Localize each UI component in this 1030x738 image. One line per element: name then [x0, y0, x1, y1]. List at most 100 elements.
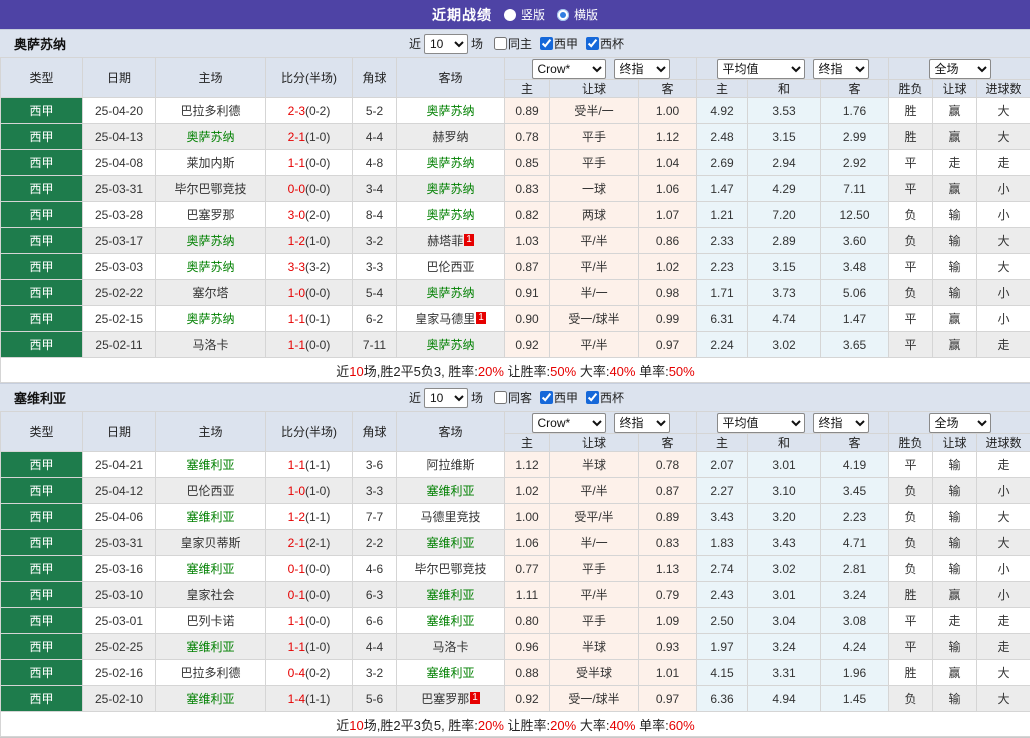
layout-horizontal-radio[interactable]: 横版	[557, 6, 598, 23]
avg-home-odds: 2.74	[697, 556, 748, 582]
home-team-cell: 巴列卡诺	[156, 608, 266, 634]
result-wdl: 平	[889, 176, 933, 202]
team-name-text: 奥萨苏纳	[426, 182, 474, 196]
result-goals: 大	[977, 254, 1030, 280]
avg-away-odds: 3.45	[821, 478, 889, 504]
fulltime-select[interactable]: 全场	[929, 413, 991, 433]
average-index-select[interactable]: 终指	[813, 413, 869, 433]
date-cell: 25-04-06	[83, 504, 156, 530]
avg-away-odds: 7.11	[821, 176, 889, 202]
home-team-cell: 巴伦西亚	[156, 478, 266, 504]
avg-away-odds: 2.92	[821, 150, 889, 176]
date-cell: 25-03-01	[83, 608, 156, 634]
match-row: 西甲25-02-25塞维利亚1-1(1-0)4-4马洛卡0.96半球0.931.…	[1, 634, 1030, 660]
sub-handicap-line: 让球	[550, 80, 639, 98]
avg-home-odds: 2.69	[697, 150, 748, 176]
result-handicap: 输	[933, 686, 977, 712]
away-team-cell: 毕尔巴鄂竞技	[397, 556, 505, 582]
result-handicap: 输	[933, 556, 977, 582]
summary-text-part: 大率:	[576, 364, 609, 379]
team-name-text: 奥萨苏纳	[426, 156, 474, 170]
sub-avg-away: 客	[821, 434, 889, 452]
average-select[interactable]: 平均值	[717, 59, 805, 79]
avg-away-odds: 2.23	[821, 504, 889, 530]
result-goals: 走	[977, 332, 1030, 358]
corner-cell: 4-6	[353, 556, 397, 582]
date-cell: 25-04-08	[83, 150, 156, 176]
avg-draw-odds: 2.94	[748, 150, 821, 176]
fulltime-score: 1-0	[288, 286, 305, 300]
team-name-text: 赫塔菲	[427, 234, 463, 248]
result-goals: 大	[977, 686, 1030, 712]
odds-company-select[interactable]: Crow*	[532, 413, 606, 433]
team-name-text: 奥萨苏纳	[426, 338, 474, 352]
handicap-home-odds: 0.85	[505, 150, 550, 176]
avg-away-odds: 2.81	[821, 556, 889, 582]
fulltime-select[interactable]: 全场	[929, 59, 991, 79]
red-card-badge: 1	[464, 234, 474, 246]
avg-home-odds: 2.33	[697, 228, 748, 254]
team-name-text: 塞维利亚	[186, 562, 234, 576]
fulltime-score: 0-1	[288, 562, 305, 576]
result-goals: 小	[977, 306, 1030, 332]
layout-vertical-radio[interactable]: 竖版	[504, 6, 545, 23]
handicap-line: 受平/半	[550, 504, 639, 530]
cup-checkbox[interactable]	[586, 37, 599, 50]
handicap-home-odds: 0.87	[505, 254, 550, 280]
score-cell: 0-0(0-0)	[266, 176, 353, 202]
handicap-index-select[interactable]: 终指	[614, 413, 670, 433]
col-header-date: 日期	[83, 58, 156, 98]
team-name-text: 塞维利亚	[426, 614, 474, 628]
same-venue-checkbox[interactable]	[494, 37, 507, 50]
team-name: 塞维利亚	[14, 388, 66, 407]
avg-draw-odds: 3.31	[748, 660, 821, 686]
fulltime-score: 2-1	[288, 130, 305, 144]
corner-cell: 4-4	[353, 634, 397, 660]
result-handicap: 赢	[933, 582, 977, 608]
away-team-cell: 马洛卡	[397, 634, 505, 660]
corner-cell: 4-4	[353, 124, 397, 150]
average-select[interactable]: 平均值	[717, 413, 805, 433]
same-venue-checkbox[interactable]	[494, 391, 507, 404]
sub-avg-draw: 和	[748, 80, 821, 98]
match-row: 西甲25-04-12巴伦西亚1-0(1-0)3-3塞维利亚1.02平/半0.87…	[1, 478, 1030, 504]
sub-result-goals: 进球数	[977, 434, 1030, 452]
sub-away-odds: 客	[639, 80, 697, 98]
recent-games-select[interactable]: 10	[424, 388, 468, 408]
result-wdl: 负	[889, 556, 933, 582]
league-checkbox[interactable]	[540, 37, 553, 50]
date-cell: 25-03-28	[83, 202, 156, 228]
league-checkbox[interactable]	[540, 391, 553, 404]
match-row: 西甲25-03-17奥萨苏纳1-2(1-0)3-2赫塔菲11.03平/半0.86…	[1, 228, 1030, 254]
avg-away-odds: 4.19	[821, 452, 889, 478]
avg-draw-odds: 3.04	[748, 608, 821, 634]
handicap-away-odds: 1.00	[639, 98, 697, 124]
score-cell: 1-1(0-1)	[266, 306, 353, 332]
handicap-line: 平/半	[550, 332, 639, 358]
away-team-cell: 赫罗纳	[397, 124, 505, 150]
result-handicap: 走	[933, 608, 977, 634]
team-section-header-1: 塞维利亚 近 10 场 同客 西甲 西杯	[0, 383, 1030, 411]
corner-cell: 6-3	[353, 582, 397, 608]
average-index-select[interactable]: 终指	[813, 59, 869, 79]
halftime-score: (2-1)	[305, 536, 330, 550]
recent-games-select[interactable]: 10	[424, 34, 468, 54]
cup-checkbox[interactable]	[586, 391, 599, 404]
handicap-home-odds: 0.92	[505, 332, 550, 358]
handicap-home-odds: 1.03	[505, 228, 550, 254]
avg-home-odds: 2.50	[697, 608, 748, 634]
sub-handicap-line: 让球	[550, 434, 639, 452]
handicap-index-select[interactable]: 终指	[614, 59, 670, 79]
avg-home-odds: 6.31	[697, 306, 748, 332]
summary-text-part: 40%	[609, 718, 635, 733]
average-group-header: 平均值 终指	[697, 412, 889, 434]
corner-cell: 8-4	[353, 202, 397, 228]
avg-draw-odds: 3.10	[748, 478, 821, 504]
date-cell: 25-02-15	[83, 306, 156, 332]
result-goals: 小	[977, 202, 1030, 228]
date-cell: 25-03-17	[83, 228, 156, 254]
result-wdl: 胜	[889, 582, 933, 608]
fulltime-score: 1-0	[288, 484, 305, 498]
handicap-away-odds: 1.09	[639, 608, 697, 634]
odds-company-select[interactable]: Crow*	[532, 59, 606, 79]
